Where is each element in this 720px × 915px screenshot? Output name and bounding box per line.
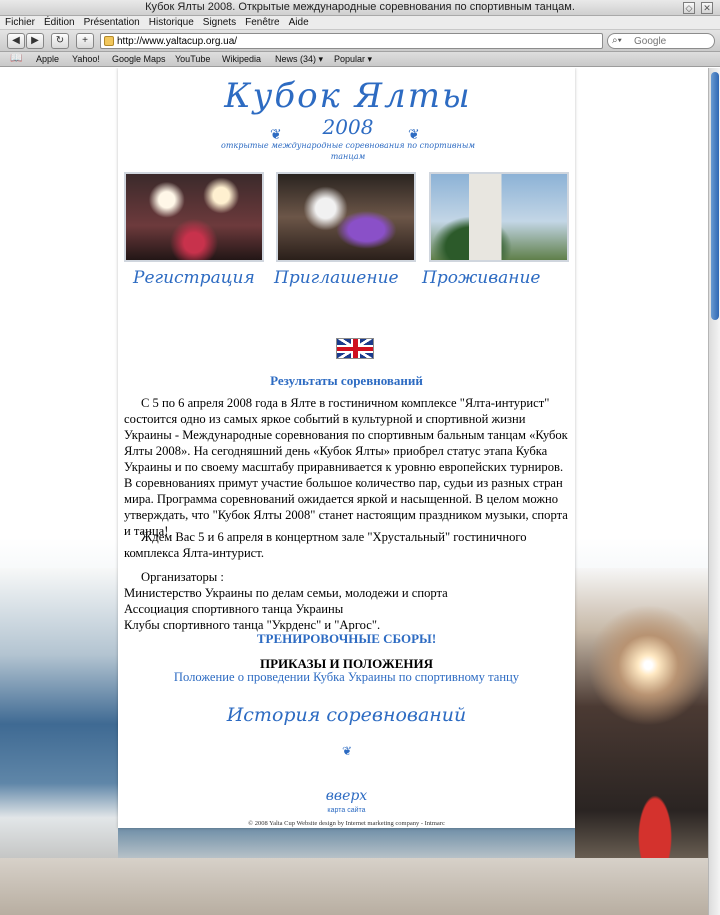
nav-invitation-link[interactable]: Приглашение [274,268,399,288]
nav-registration-link[interactable]: Регистрация [133,268,255,288]
sitemap-link[interactable]: карта сайта [118,807,575,814]
menu-window[interactable]: Fenêtre [240,16,283,28]
browser-toolbar: ◀ ▶ ↻ + ⌕▾ [0,30,720,52]
logo-title: Кубок Ялты [224,76,472,116]
up-flourish-glyph: ❦ [341,744,353,758]
regulation-link[interactable]: Положение о проведении Кубка Украины по … [118,670,575,685]
bookmark-yahoo[interactable]: Yahoo! [72,54,100,64]
organizer-ministry: Министерство Украины по делам семьи, мол… [124,586,448,600]
bookmarks-book-icon[interactable]: 📖 [10,53,22,64]
bookmarks-bar: 📖 Apple Yahoo! Google Maps YouTube Wikip… [0,52,720,67]
trainings-link[interactable]: ТРЕНИРОВОЧНЫЕ СБОРЫ! [118,631,575,647]
search-icon[interactable]: ⌕▾ [612,35,622,46]
menu-edit[interactable]: Édition [39,16,79,28]
invitation-photo[interactable] [276,172,416,262]
english-version-flag-icon[interactable] [336,338,374,359]
logo-flourish-right-icon: ❦ [408,126,420,142]
window-titlebar: Кубок Ялты 2008. Открытые международные … [0,0,720,16]
site-favicon-icon [104,36,114,46]
organizers-block: Организаторы : Министерство Украины по д… [124,569,570,633]
menu-view[interactable]: Présentation [79,16,144,28]
bookmark-popular[interactable]: Popular ▾ [334,54,372,65]
bookmark-google-maps[interactable]: Google Maps [112,54,166,64]
organizer-association: Ассоциация спортивного танца Украины [124,602,344,616]
accommodation-photo[interactable] [429,172,569,262]
vertical-scrollbar[interactable] [708,68,720,915]
dancer-dress-shape [635,788,675,858]
up-flourish-icon: ❦ [340,744,354,792]
registration-photo[interactable] [124,172,264,262]
organizers-label: Организаторы : [141,570,224,584]
invitation-paragraph: Ждем Вас 5 и 6 апреля в концертном зале … [124,530,527,560]
copyright-text: © 2008 Yalta Cup Website design by Inter… [248,820,445,827]
bookmark-apple[interactable]: Apple [36,54,59,64]
scrollbar-thumb[interactable] [711,72,719,320]
nav-accommodation-link[interactable]: Проживание [422,268,540,288]
logo-flourish-left-icon: ❦ [270,126,282,142]
menu-help[interactable]: Aide [284,16,313,28]
history-link[interactable]: История соревнований [118,704,575,726]
search-bar: ⌕▾ [607,33,715,49]
menu-bar: Fichier Édition Présentation Historique … [0,16,720,30]
menu-history[interactable]: Historique [144,16,198,28]
url-input[interactable] [117,35,597,47]
window-restore-button[interactable]: ◇ [683,2,695,14]
parquet-floor-background [0,858,708,915]
window-close-button[interactable]: ✕ [701,2,713,14]
menu-file[interactable]: Fichier [0,16,39,28]
content-panel: Кубок Ялты ❦ 2008 ❦ открытые международн… [118,68,575,828]
forward-button[interactable]: ▶ [26,33,44,49]
menu-bookmarks[interactable]: Signets [198,16,240,28]
search-input[interactable] [634,35,712,47]
bookmark-news[interactable]: News (34) ▾ [275,54,323,65]
bookmark-wikipedia[interactable]: Wikipedia [222,54,261,64]
back-to-top-link[interactable]: вверх [118,788,575,804]
site-logo[interactable]: Кубок Ялты ❦ 2008 ❦ открытые международн… [218,76,478,166]
intro-paragraph: С 5 по 6 апреля 2008 года в Ялте в гости… [124,396,568,538]
logo-subtitle: открытые международные соревнования по с… [221,141,475,161]
window-title: Кубок Ялты 2008. Открытые международные … [145,1,575,13]
page-viewport: Кубок Ялты ❦ 2008 ❦ открытые международн… [0,68,708,915]
reload-button[interactable]: ↻ [51,33,69,49]
add-bookmark-button[interactable]: + [76,33,94,49]
bookmark-youtube[interactable]: YouTube [175,54,210,64]
results-link[interactable]: Результаты соревнований [118,373,575,389]
logo-year: 2008 [322,115,374,139]
address-bar [100,33,603,49]
back-button[interactable]: ◀ [7,33,25,49]
